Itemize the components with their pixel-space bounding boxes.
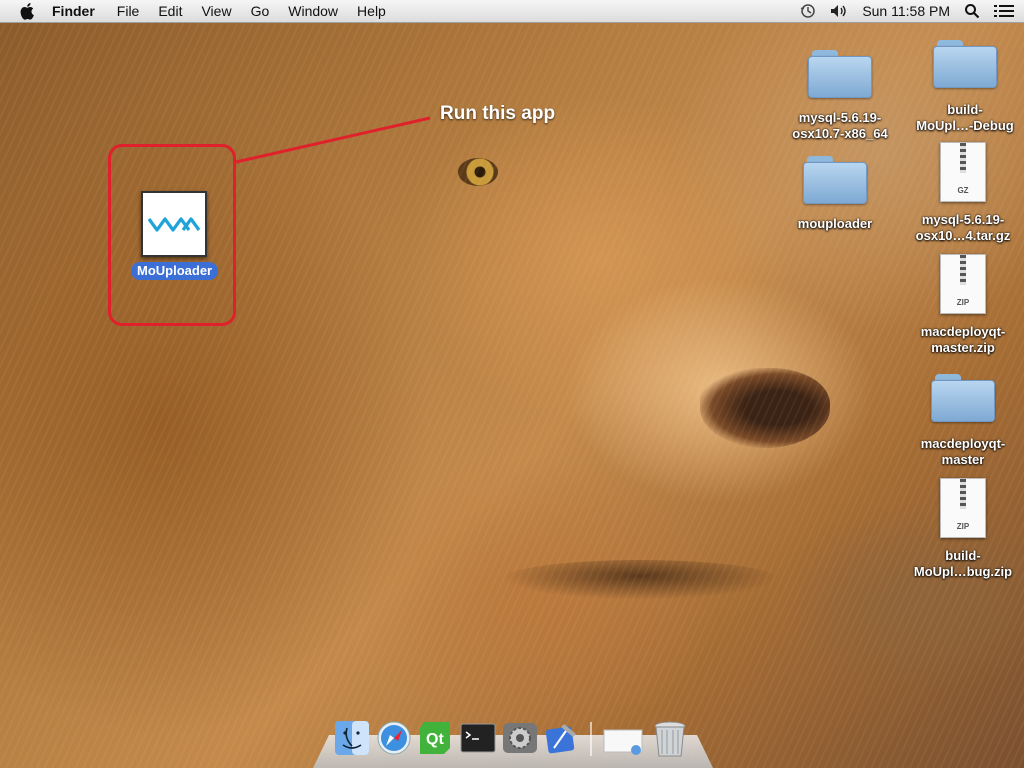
- qt-badge-text: Qt: [426, 731, 444, 748]
- spotlight-search-icon[interactable]: [964, 3, 980, 19]
- folder-icon: [933, 40, 997, 88]
- volume-icon[interactable]: [830, 4, 848, 18]
- menu-go[interactable]: Go: [251, 3, 270, 19]
- archive-kind-badge: ZIP: [956, 522, 970, 531]
- menu-edit[interactable]: Edit: [158, 3, 182, 19]
- archive-file-icon: GZ: [940, 142, 986, 202]
- menu-window[interactable]: Window: [288, 3, 338, 19]
- desktop-item-label: macdeployqt- master.zip: [920, 324, 1006, 355]
- mouploader-app-icon[interactable]: [141, 191, 207, 257]
- safari-icon[interactable]: [376, 720, 412, 758]
- xcode-icon[interactable]: [544, 720, 580, 758]
- folder-icon: [931, 374, 995, 422]
- folder-icon: [803, 156, 867, 204]
- archive-file-icon: ZIP: [940, 478, 986, 538]
- mouploader-app-label[interactable]: MoUploader: [131, 262, 219, 280]
- menu-file[interactable]: File: [117, 3, 140, 19]
- notification-list-icon[interactable]: [994, 3, 1014, 19]
- desktop-item-label: macdeployqt- master: [920, 436, 1006, 467]
- archive-kind-badge: GZ: [957, 186, 969, 195]
- desktop-folder-mouploader[interactable]: mouploader: [785, 156, 885, 233]
- system-preferences-icon[interactable]: [502, 720, 538, 758]
- desktop-folder-macdeployqt[interactable]: macdeployqt- master: [913, 374, 1013, 469]
- desktop-item-label: mouploader: [797, 216, 873, 231]
- downloads-stack-icon[interactable]: [602, 720, 646, 758]
- archive-file-icon: ZIP: [940, 254, 986, 314]
- desktop-folder-mysql[interactable]: mysql-5.6.19- osx10.7-x86_64: [790, 50, 890, 143]
- desktop-item-label: mysql-5.6.19- osx10.7-x86_64: [792, 110, 888, 141]
- desktop-item-label: build- MoUpl…bug.zip: [913, 548, 1013, 579]
- terminal-icon[interactable]: [460, 720, 496, 758]
- dock-separator: [590, 722, 592, 756]
- annotation-text: Run this app: [440, 103, 556, 124]
- menu-bar: Finder File Edit View Go Window Help Sun…: [0, 0, 1024, 23]
- menu-extras: Sun 11:58 PM: [786, 0, 1014, 22]
- qt-creator-icon[interactable]: Qt: [418, 720, 454, 758]
- apple-menu-icon[interactable]: [18, 1, 38, 21]
- time-machine-icon[interactable]: [800, 3, 816, 19]
- desktop-item-label: build- MoUpl…-Debug: [916, 102, 1014, 133]
- desktop-item-label: mysql-5.6.19- osx10…4.tar.gz: [915, 212, 1011, 243]
- desktop-archive-macdeployqt-zip[interactable]: ZIP macdeployqt- master.zip: [913, 254, 1013, 357]
- archive-kind-badge: ZIP: [956, 298, 970, 307]
- desktop-folder-build-debug[interactable]: build- MoUpl…-Debug: [915, 40, 1015, 135]
- folder-icon: [808, 50, 872, 98]
- menu-help[interactable]: Help: [357, 3, 386, 19]
- clock-text[interactable]: Sun 11:58 PM: [862, 3, 950, 19]
- trash-icon[interactable]: [652, 720, 688, 758]
- finder-icon[interactable]: [334, 720, 370, 758]
- wave-logo-icon: [147, 217, 201, 232]
- desktop-archive-build-zip[interactable]: ZIP build- MoUpl…bug.zip: [913, 478, 1013, 581]
- desktop-archive-mysql-tar-gz[interactable]: GZ mysql-5.6.19- osx10…4.tar.gz: [913, 142, 1013, 245]
- menu-finder[interactable]: Finder: [52, 3, 95, 19]
- dock: Qt: [334, 716, 694, 758]
- menu-view[interactable]: View: [201, 3, 231, 19]
